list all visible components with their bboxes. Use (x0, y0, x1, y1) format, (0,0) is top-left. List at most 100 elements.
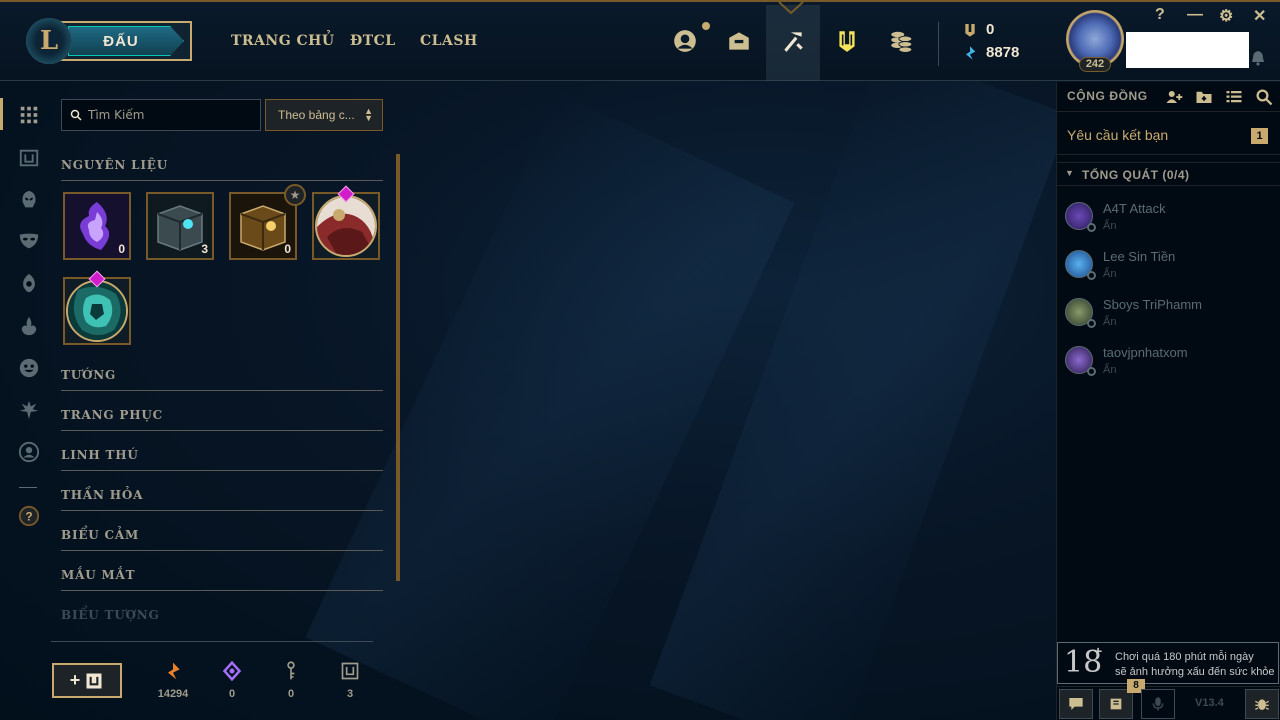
section-skins[interactable]: TRANG PHỤC (61, 406, 383, 431)
nav-home[interactable]: TRANG CHỦ (231, 33, 335, 49)
loot-item-mythic-essence[interactable]: 0 (63, 192, 131, 260)
missions-button[interactable] (1099, 689, 1133, 719)
scrollbar-thumb[interactable] (396, 154, 400, 581)
section-pets[interactable]: LINH THÚ (61, 446, 383, 471)
rp-balance[interactable]: 0 (962, 21, 994, 38)
champion-icon[interactable] (17, 188, 41, 212)
svg-text:?: ? (25, 510, 32, 524)
loot-item-hextech-chest[interactable]: 3 (146, 192, 214, 260)
social-panel: CỘNG ĐỒNG Yêu cầu kết bạn 1 ▼ TỔNG QUÁT … (1056, 82, 1280, 720)
age-warning-line-1: Chơi quá 180 phút mỗi ngày (1115, 651, 1254, 663)
status-dot (1087, 223, 1096, 232)
profile-icon[interactable] (670, 26, 700, 56)
help-button[interactable]: ? (1155, 6, 1165, 24)
add-friend-icon[interactable] (1165, 88, 1183, 106)
emote-icon[interactable] (17, 356, 41, 380)
chest-icon (86, 673, 102, 688)
friend-list-item[interactable]: Lee Sin Tiền Ẩn (1057, 240, 1280, 286)
star-badge-icon: ★ (284, 184, 306, 206)
loot-category-nav: ? (0, 82, 50, 720)
summoner-level: 242 (1079, 57, 1111, 72)
friend-status: Ẩn (1103, 364, 1117, 376)
footer-divider (51, 641, 373, 642)
summoner-name-box[interactable] (1126, 32, 1249, 68)
chests-stat: 3 (330, 658, 370, 700)
friend-status: Ẩn (1103, 268, 1117, 280)
friend-name: A4T Attack (1103, 201, 1166, 216)
blue-essence-stat: 14294 (153, 658, 193, 700)
all-items-icon[interactable] (17, 103, 41, 127)
friend-name: Sboys TriPhamm (1103, 297, 1202, 312)
friend-group-title: TỔNG QUÁT (0/4) (1082, 168, 1190, 182)
bug-report-button[interactable] (1245, 689, 1279, 719)
item-count: 0 (118, 242, 125, 256)
craft-keys-button[interactable]: + (52, 663, 122, 698)
collection-icon[interactable] (724, 26, 754, 56)
list-view-icon[interactable] (1225, 88, 1243, 106)
help-icon[interactable]: ? (17, 504, 41, 528)
section-icons[interactable]: BIỂU TƯỢNG (61, 606, 383, 630)
clash-trophy-icon[interactable] (832, 26, 862, 56)
chevron-down-icon (778, 1, 804, 15)
missions-icon (1110, 698, 1122, 710)
nav-clash[interactable]: CLASH (420, 33, 478, 49)
friend-status: Ẩn (1103, 220, 1117, 232)
blue-essence-icon (966, 45, 976, 60)
loot-icon[interactable] (778, 26, 808, 56)
age-warning-line-2: sẽ ảnh hưởng xấu đến sức khỏe (1115, 666, 1275, 678)
friend-list-item[interactable]: A4T Attack Ẩn (1057, 192, 1280, 238)
friend-requests-row[interactable]: Yêu cầu kết bạn 1 (1057, 113, 1280, 155)
friend-list-item[interactable]: taovjpnhatxom Ẩn (1057, 336, 1280, 382)
sort-arrows-icon: ▲ ▼ (364, 106, 373, 123)
active-indicator (0, 98, 3, 130)
friend-name: taovjpnhatxom (1103, 345, 1188, 360)
client-window: L ĐẤU TRANG CHỦ ĐTCL CLASH 0 8878 242 ? … (0, 0, 1280, 720)
chest-icon[interactable] (17, 146, 41, 170)
friend-list-item[interactable]: Sboys TriPhamm Ẩn (1057, 288, 1280, 334)
settings-button[interactable]: ⚙ (1219, 6, 1233, 26)
chroma-icon[interactable] (17, 314, 41, 338)
profile-icon-loot[interactable] (17, 440, 41, 464)
item-count: 3 (201, 242, 208, 256)
play-button[interactable]: ĐẤU (52, 21, 192, 61)
eternals-icon[interactable] (17, 398, 41, 422)
lol-logo[interactable]: L (26, 18, 72, 64)
ward-icon[interactable] (17, 271, 41, 295)
section-champions[interactable]: TƯỚNG (61, 366, 383, 391)
blue-essence-value: 14294 (157, 688, 189, 700)
friend-name: Lee Sin Tiền (1103, 249, 1176, 264)
be-balance[interactable]: 8878 (962, 44, 1019, 61)
search-icon[interactable] (1255, 88, 1273, 106)
microphone-icon (1152, 697, 1164, 711)
caret-down-icon: ▼ (1065, 168, 1074, 178)
riot-points-icon (965, 23, 975, 37)
close-button[interactable]: ✕ (1253, 6, 1266, 26)
search-input[interactable]: Tìm Kiếm (61, 99, 261, 131)
keys-value: 0 (287, 688, 295, 700)
friend-status: Ẩn (1103, 316, 1117, 328)
section-wards[interactable]: THẦN HỎA (61, 486, 383, 511)
chests-value: 3 (346, 688, 354, 700)
section-eyes[interactable]: MẮU MẮT (61, 566, 383, 591)
section-materials[interactable]: NGUYÊN LIỆU (61, 156, 383, 181)
keys-stat: 0 (271, 658, 311, 700)
prestige-orb-icon (317, 197, 375, 255)
minimize-button[interactable]: — (1187, 6, 1203, 24)
add-folder-icon[interactable] (1195, 88, 1213, 106)
nav-divider (19, 487, 37, 488)
voice-button[interactable] (1141, 689, 1175, 719)
store-icon[interactable] (886, 26, 916, 56)
sort-dropdown[interactable]: Theo bảng c... ▲ ▼ (265, 99, 383, 131)
nav-tft[interactable]: ĐTCL (350, 33, 396, 49)
sort-label: Theo bảng c... (278, 108, 355, 122)
friend-requests-badge: 1 (1251, 128, 1268, 144)
section-emotes[interactable]: BIỂU CẢM (61, 526, 383, 551)
friend-group-header[interactable]: ▼ TỔNG QUÁT (0/4) (1057, 162, 1280, 186)
friend-requests-label: Yêu cầu kết bạn (1067, 127, 1169, 143)
bell-icon[interactable] (1251, 50, 1265, 66)
skin-icon[interactable] (17, 229, 41, 253)
social-title: CỘNG ĐỒNG (1067, 89, 1148, 103)
status-dot (1087, 367, 1096, 376)
social-header: CỘNG ĐỒNG (1057, 82, 1280, 112)
chat-button[interactable] (1059, 689, 1093, 719)
